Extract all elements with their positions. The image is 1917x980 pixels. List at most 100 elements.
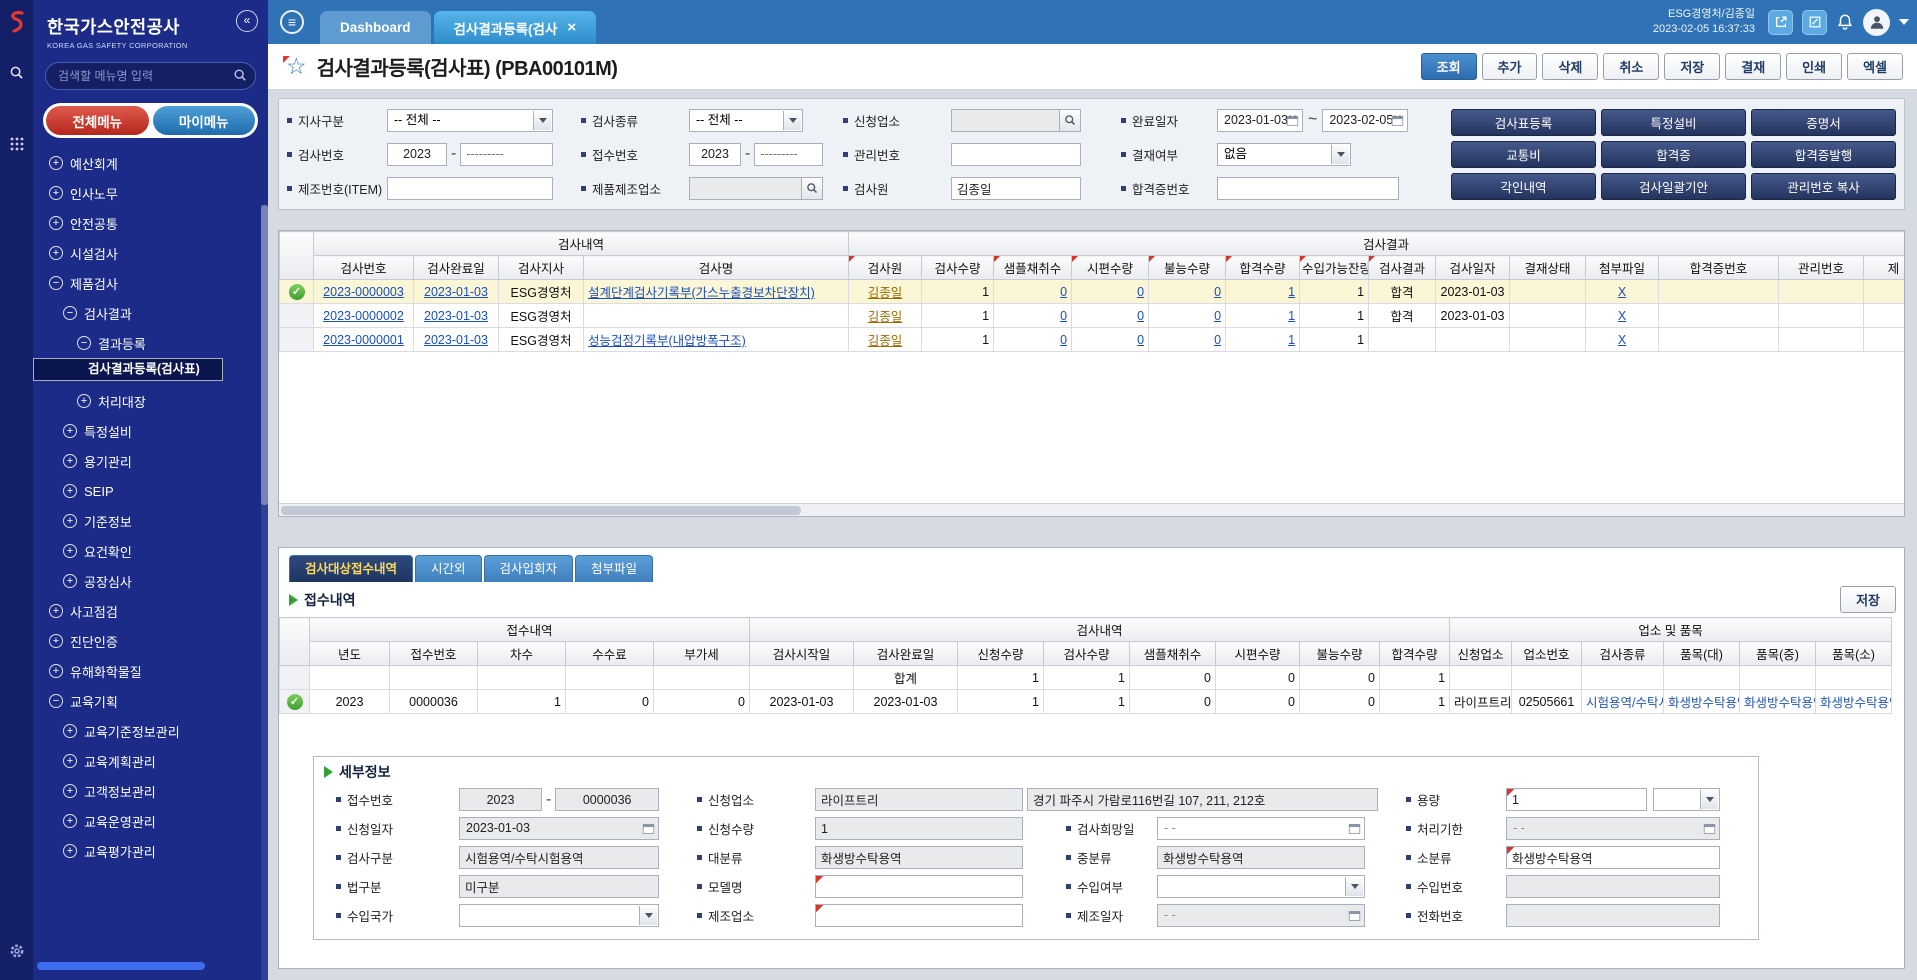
cert-no-input[interactable]: [1217, 177, 1399, 200]
table-row[interactable]: 2023-00000012023-01-03ESG경영처성능검정기록부(내압방폭…: [280, 328, 1906, 352]
tree-expand-icon[interactable]: +: [63, 844, 77, 858]
table-row[interactable]: ✓202300000361002023-01-032023-01-0311000…: [280, 690, 1892, 714]
favorite-star-icon[interactable]: ☆: [286, 55, 307, 78]
category-small-input[interactable]: [1506, 846, 1720, 869]
detail-receipt-seq-input[interactable]: [555, 788, 659, 811]
action-button[interactable]: 조회: [1421, 53, 1477, 80]
sidebar-item[interactable]: +예산회계: [33, 148, 268, 178]
notification-bell-icon[interactable]: [1836, 13, 1854, 31]
inspection-no-seq-input[interactable]: [460, 143, 553, 166]
cell[interactable]: 0: [994, 328, 1072, 352]
tab-dashboard[interactable]: Dashboard: [320, 11, 431, 44]
cell[interactable]: 2023-01-03: [414, 304, 499, 328]
calendar-icon[interactable]: [1703, 821, 1716, 840]
filter-tool-button[interactable]: 합격증: [1601, 141, 1746, 168]
column-header[interactable]: 샘플채취수: [1130, 642, 1216, 666]
column-header[interactable]: 검사종류: [1582, 642, 1664, 666]
sidebar-vscroll-thumb[interactable]: [261, 205, 268, 505]
tree-expand-icon[interactable]: +: [63, 574, 77, 588]
filter-tool-button[interactable]: 특정설비: [1601, 109, 1746, 136]
sidebar-item[interactable]: +특정설비: [33, 416, 268, 446]
cell[interactable]: 0: [1149, 280, 1226, 304]
apply-date-field[interactable]: 2023-01-03: [459, 817, 659, 840]
column-header[interactable]: 불능수량: [1300, 642, 1380, 666]
make-date-field[interactable]: - -: [1157, 904, 1365, 927]
settings-gear-icon[interactable]: [9, 943, 25, 964]
sidebar-vscroll-track[interactable]: [261, 205, 268, 980]
receipt-no-seq-input[interactable]: [754, 143, 823, 166]
tree-collapse-icon[interactable]: −: [49, 276, 63, 290]
receipt-no-year-input[interactable]: [689, 143, 741, 166]
category-mid-input[interactable]: [1157, 846, 1365, 869]
kgs-logo-icon[interactable]: [7, 10, 27, 39]
filter-tool-button[interactable]: 증명서: [1751, 109, 1896, 136]
column-header[interactable]: 검사완료일: [414, 256, 499, 280]
row-selector-cell[interactable]: ✓: [280, 280, 314, 304]
tree-expand-icon[interactable]: +: [63, 454, 77, 468]
inspection-class-input[interactable]: [459, 846, 659, 869]
sidebar-item[interactable]: +용기관리: [33, 446, 268, 476]
action-button[interactable]: 추가: [1482, 53, 1538, 80]
column-header[interactable]: 검사지사: [499, 256, 584, 280]
sidebar-item[interactable]: +고객정보관리: [33, 776, 268, 806]
summary-row[interactable]: 합계110001: [280, 666, 1892, 690]
column-header[interactable]: 검사완료일: [854, 642, 958, 666]
my-menu-button[interactable]: 마이메뉴: [153, 106, 256, 135]
tree-expand-icon[interactable]: +: [49, 634, 63, 648]
sidebar-item[interactable]: +교육계획관리: [33, 746, 268, 776]
sidebar-item[interactable]: +시설검사: [33, 238, 268, 268]
approval-select[interactable]: 없음: [1217, 143, 1351, 166]
action-button[interactable]: 저장: [1664, 53, 1720, 80]
row-selector-cell[interactable]: [280, 304, 314, 328]
filter-tool-button[interactable]: 각인내역: [1451, 173, 1596, 200]
sidebar-item[interactable]: 검사결과등록(검사표): [33, 358, 223, 381]
complete-date-to[interactable]: 2023-02-05: [1322, 109, 1408, 132]
phone-input[interactable]: [1506, 904, 1720, 927]
cell[interactable]: 김종일: [849, 280, 922, 304]
column-header[interactable]: 합격수량: [1226, 256, 1300, 280]
filter-tool-button[interactable]: 교통비: [1451, 141, 1596, 168]
apply-qty-input[interactable]: [815, 817, 1023, 840]
sidebar-item[interactable]: +처리대장: [33, 386, 268, 416]
tree-expand-icon[interactable]: +: [63, 754, 77, 768]
column-header[interactable]: 수입가능잔량: [1300, 256, 1369, 280]
filter-tool-button[interactable]: 합격증발행: [1751, 141, 1896, 168]
row-selector-cell[interactable]: [280, 666, 310, 690]
sidebar-item[interactable]: +SEIP: [33, 476, 268, 506]
apps-grid-icon[interactable]: [10, 137, 24, 156]
detail-receipt-year-input[interactable]: [459, 788, 542, 811]
cell[interactable]: 2023-0000003: [314, 280, 414, 304]
user-avatar[interactable]: [1863, 9, 1890, 36]
search-lookup-icon[interactable]: [802, 177, 823, 200]
open-new-window-icon[interactable]: [1768, 10, 1793, 35]
tab-current-page[interactable]: 검사결과등록(검사 ×: [434, 11, 597, 44]
category-large-input[interactable]: [815, 846, 1023, 869]
tree-expand-icon[interactable]: +: [49, 216, 63, 230]
tree-collapse-icon[interactable]: −: [77, 336, 91, 350]
column-header[interactable]: 부가세: [654, 642, 750, 666]
tree-expand-icon[interactable]: +: [63, 814, 77, 828]
sidebar-collapse-icon[interactable]: «: [236, 10, 258, 32]
column-header[interactable]: 제: [1864, 256, 1905, 280]
cell[interactable]: 0: [994, 280, 1072, 304]
column-header[interactable]: 불능수량: [1149, 256, 1226, 280]
cell[interactable]: 0: [1072, 280, 1149, 304]
cell[interactable]: 2023-0000001: [314, 328, 414, 352]
tree-collapse-icon[interactable]: −: [63, 306, 77, 320]
column-header[interactable]: 년도: [310, 642, 390, 666]
sidebar-item[interactable]: +기준정보: [33, 506, 268, 536]
applicant-address-input[interactable]: [1027, 788, 1378, 811]
tree-expand-icon[interactable]: +: [63, 784, 77, 798]
search-lookup-icon[interactable]: [1060, 109, 1081, 132]
column-header[interactable]: 합격증번호: [1659, 256, 1779, 280]
column-header[interactable]: 신청수량: [958, 642, 1044, 666]
column-header[interactable]: 품목(대): [1664, 642, 1740, 666]
column-header[interactable]: 검사번호: [314, 256, 414, 280]
sidebar-item[interactable]: +인사노무: [33, 178, 268, 208]
cell[interactable]: 성능검정기록부(내압방폭구조): [584, 328, 849, 352]
action-button[interactable]: 결재: [1725, 53, 1781, 80]
column-header[interactable]: 업소번호: [1512, 642, 1582, 666]
cell[interactable]: 1: [1226, 328, 1300, 352]
calendar-icon[interactable]: [1391, 113, 1404, 132]
bottom-tab[interactable]: 검사대상접수내역: [289, 555, 413, 582]
